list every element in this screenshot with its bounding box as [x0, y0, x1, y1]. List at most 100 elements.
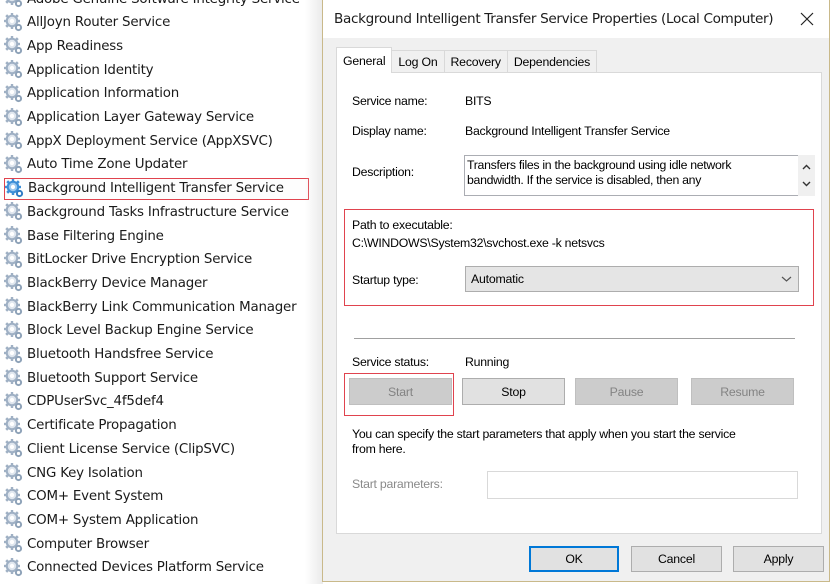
- services-list[interactable]: Adobe Genuine Software Integrity Service…: [0, 0, 322, 588]
- gear-service-icon: [4, 250, 24, 270]
- service-list-item[interactable]: Bluetooth Handsfree Service: [4, 344, 309, 366]
- service-list-item-label: Background Intelligent Transfer Service: [28, 181, 284, 197]
- service-list-item-label: Auto Time Zone Updater: [27, 157, 188, 173]
- gear-service-icon: [4, 131, 24, 151]
- start-parameters-label: Start parameters:: [352, 477, 443, 491]
- gear-service-icon: [5, 179, 25, 199]
- service-list-item[interactable]: AppX Deployment Service (AppXSVC): [4, 130, 309, 152]
- pause-button[interactable]: Pause: [575, 378, 678, 405]
- service-list-item-label: Block Level Backup Engine Service: [27, 323, 254, 339]
- gear-service-icon: [4, 392, 24, 412]
- service-list-item-label: Connected Devices Platform Service: [27, 560, 264, 576]
- service-list-item-label: Client License Service (ClipSVC): [27, 441, 235, 457]
- description-line-1: Transfers files in the background using …: [467, 158, 732, 172]
- gear-service-icon: [4, 202, 24, 222]
- dialog-shadow: [305, 0, 323, 584]
- service-list-item[interactable]: AllJoyn Router Service: [4, 12, 309, 34]
- gear-service-icon: [4, 0, 24, 9]
- tab-dependencies[interactable]: Dependencies: [506, 50, 598, 73]
- description-textbox[interactable]: Transfers files in the background using …: [464, 155, 798, 196]
- gear-service-icon: [4, 558, 24, 578]
- gear-service-icon: [4, 463, 24, 483]
- service-list-item[interactable]: Auto Time Zone Updater: [4, 154, 309, 176]
- service-status-value: Running: [465, 355, 510, 369]
- service-properties-dialog: Background Intelligent Transfer Service …: [322, 0, 830, 582]
- gear-service-icon: [4, 368, 24, 388]
- title-bar[interactable]: Background Intelligent Transfer Service …: [323, 0, 829, 38]
- service-list-item[interactable]: Block Level Backup Engine Service: [4, 320, 309, 342]
- service-list-item[interactable]: Application Identity: [4, 59, 309, 81]
- path-value: C:\WINDOWS\System32\svchost.exe -k netsv…: [352, 236, 605, 250]
- service-list-item[interactable]: Computer Browser: [4, 533, 309, 555]
- path-label: Path to executable:: [352, 218, 453, 232]
- resume-button[interactable]: Resume: [691, 378, 794, 405]
- service-list-item[interactable]: Client License Service (ClipSVC): [4, 438, 309, 460]
- stop-button[interactable]: Stop: [462, 378, 565, 405]
- service-list-item-label: AppX Deployment Service (AppXSVC): [27, 133, 273, 149]
- tab-general[interactable]: General: [336, 47, 393, 73]
- gear-service-icon: [4, 273, 24, 293]
- service-list-item-label: Bluetooth Support Service: [27, 370, 198, 386]
- display-name-label: Display name:: [352, 124, 427, 138]
- service-list-item[interactable]: BlackBerry Device Manager: [4, 272, 309, 294]
- service-list-item-label: COM+ System Application: [27, 512, 199, 528]
- service-list-item[interactable]: Background Intelligent Transfer Service: [4, 177, 309, 200]
- service-list-item[interactable]: COM+ System Application: [4, 509, 309, 531]
- startup-type-value: Automatic: [471, 272, 524, 286]
- service-list-item-label: App Readiness: [27, 38, 123, 54]
- description-scrollbar[interactable]: [798, 155, 815, 196]
- service-list-item[interactable]: Application Layer Gateway Service: [4, 107, 309, 129]
- close-button[interactable]: [785, 0, 829, 38]
- description-line-2: bandwidth. If the service is disabled, t…: [467, 173, 702, 187]
- service-status-label: Service status:: [352, 355, 429, 369]
- service-list-item-label: Computer Browser: [27, 536, 149, 552]
- start-button[interactable]: Start: [349, 378, 452, 405]
- service-list-item[interactable]: Certificate Propagation: [4, 415, 309, 437]
- service-name-label: Service name:: [352, 94, 428, 108]
- start-parameters-input[interactable]: [487, 471, 798, 499]
- service-list-item[interactable]: COM+ Event System: [4, 486, 309, 508]
- service-list-item-label: BlackBerry Device Manager: [27, 275, 208, 291]
- separator: [354, 338, 795, 339]
- tab-log-on[interactable]: Log On: [391, 50, 445, 73]
- service-list-item-label: Bluetooth Handsfree Service: [27, 347, 214, 362]
- service-list-item[interactable]: CNG Key Isolation: [4, 462, 309, 484]
- service-list-item[interactable]: Connected Devices Platform Service: [4, 557, 309, 579]
- cancel-button[interactable]: Cancel: [631, 546, 722, 572]
- service-list-item[interactable]: BitLocker Drive Encryption Service: [4, 249, 309, 271]
- gear-service-icon: [4, 534, 24, 554]
- service-list-item[interactable]: Bluetooth Support Service: [4, 367, 309, 389]
- display-name-value: Background Intelligent Transfer Service: [465, 124, 670, 138]
- service-list-item-label: CDPUserSvc_4f5def4: [27, 394, 164, 410]
- service-list-item[interactable]: Background Tasks Infrastructure Service: [4, 201, 309, 223]
- service-list-item[interactable]: Application Information: [4, 83, 309, 105]
- gear-service-icon: [4, 13, 24, 33]
- help-text-line-2: from here.: [352, 442, 406, 456]
- service-list-item-label: BitLocker Drive Encryption Service: [27, 252, 253, 268]
- tab-strip: General Log On Recovery Dependencies: [336, 47, 598, 73]
- service-list-item[interactable]: Adobe Genuine Software Integrity Service: [4, 0, 309, 10]
- service-list-item-label: Application Identity: [27, 62, 154, 78]
- service-list-item[interactable]: App Readiness: [4, 35, 309, 57]
- service-list-item[interactable]: BlackBerry Link Communication Manager: [4, 296, 309, 318]
- dialog-title: Background Intelligent Transfer Service …: [334, 11, 774, 27]
- gear-service-icon: [4, 84, 24, 104]
- gear-service-icon: [4, 297, 24, 317]
- scroll-down-icon[interactable]: [801, 179, 812, 188]
- gear-service-icon: [4, 416, 24, 436]
- gear-service-icon: [4, 155, 24, 175]
- startup-type-select[interactable]: Automatic: [465, 266, 799, 292]
- service-list-item[interactable]: CDPUserSvc_4f5def4: [4, 391, 309, 413]
- gear-service-icon: [4, 345, 24, 365]
- startup-type-label: Startup type:: [352, 273, 419, 287]
- general-tab-panel: Service name: BITS Display name: Backgro…: [336, 72, 822, 534]
- tab-recovery[interactable]: Recovery: [443, 50, 508, 73]
- service-name-value: BITS: [465, 94, 492, 108]
- gear-service-icon: [4, 226, 24, 246]
- service-list-item[interactable]: Base Filtering Engine: [4, 225, 309, 247]
- help-text-line-1: You can specify the start parameters tha…: [352, 427, 736, 441]
- description-label: Description:: [352, 165, 414, 179]
- apply-button[interactable]: Apply: [733, 546, 824, 572]
- scroll-up-icon[interactable]: [801, 163, 812, 172]
- ok-button[interactable]: OK: [529, 546, 619, 572]
